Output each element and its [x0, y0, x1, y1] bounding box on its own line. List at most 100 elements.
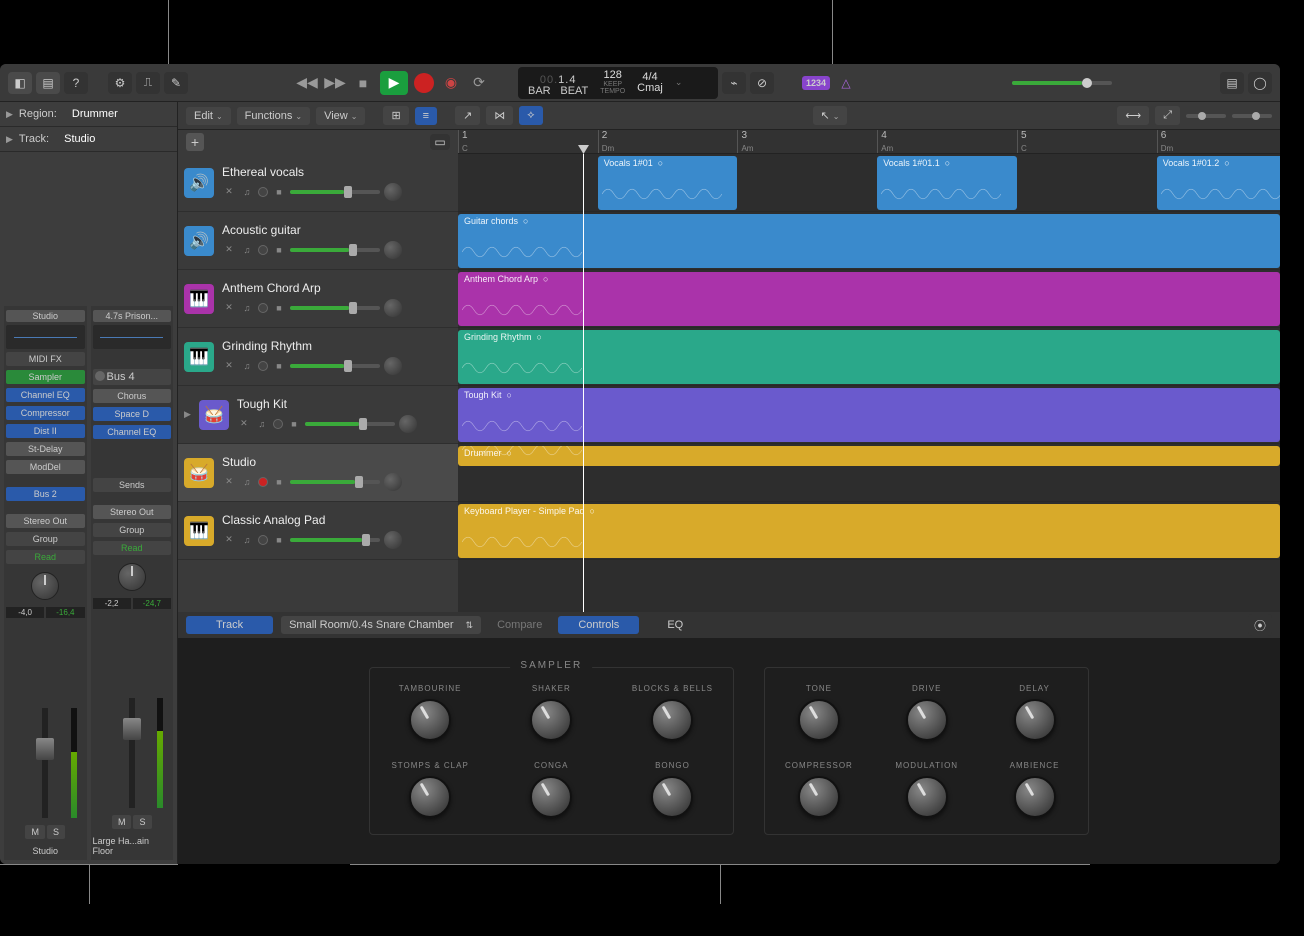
notes-button[interactable]: ◯	[1248, 72, 1272, 94]
lcd-display[interactable]: 00.1.4BAR BEAT 128KEEPTEMPO 4/4Cmaj ⌄	[518, 67, 718, 99]
track-inspector-header[interactable]: ▶Track: Studio	[0, 127, 177, 152]
track-header[interactable]: ▶ 🥁 Tough Kit ✕ ♫ ■	[178, 386, 458, 444]
stop-button[interactable]: ■	[352, 72, 374, 94]
play-button[interactable]: ▶	[380, 71, 408, 95]
volume-fader[interactable]	[6, 621, 85, 818]
pan-knob[interactable]	[118, 563, 146, 591]
region-inspector-header[interactable]: ▶Region: Drummer	[0, 102, 177, 127]
knob-stomps-clap[interactable]	[409, 776, 451, 818]
h-zoom-slider[interactable]	[1186, 114, 1226, 118]
loop-button[interactable]: ⊘	[750, 72, 774, 94]
mute-icon[interactable]: ✕	[237, 417, 251, 431]
eq-thumbnail[interactable]	[93, 325, 172, 349]
preset-selector[interactable]: Small Room/0.4s Snare Chamber⇅	[281, 616, 481, 634]
record-enable[interactable]	[258, 187, 268, 197]
record-button[interactable]	[414, 73, 434, 93]
headphone-icon[interactable]: ♫	[240, 185, 254, 199]
track-header[interactable]: 🎹 Grinding Rhythm ✕ ♫ ■	[178, 328, 458, 386]
grid-button[interactable]: ⊞	[383, 106, 408, 125]
record-enable[interactable]	[258, 477, 268, 487]
editor-icon[interactable]: ✎	[164, 72, 188, 94]
tuner-button[interactable]: ⌁	[722, 72, 746, 94]
v-zoom-slider[interactable]	[1232, 114, 1272, 118]
track-volume[interactable]	[290, 364, 380, 368]
record-enable[interactable]	[258, 303, 268, 313]
track-pan[interactable]	[399, 415, 417, 433]
knob-delay[interactable]	[1014, 699, 1056, 741]
mute-button[interactable]: M	[25, 825, 45, 839]
playhead[interactable]	[583, 154, 584, 612]
track-volume[interactable]	[290, 480, 380, 484]
region[interactable]: Keyboard Player - Simple Pad ○	[458, 504, 1280, 558]
snap-button[interactable]: ⟷	[1117, 106, 1149, 125]
pan-knob[interactable]	[31, 572, 59, 600]
knob-drive[interactable]	[906, 699, 948, 741]
list-editors-button[interactable]: ▤	[1220, 72, 1244, 94]
headphone-icon[interactable]: ♫	[240, 243, 254, 257]
controls-tab[interactable]: Controls	[558, 616, 639, 634]
flex-button[interactable]: ⋈	[486, 106, 513, 125]
track-pan[interactable]	[384, 241, 402, 259]
record-enable[interactable]	[273, 419, 283, 429]
arrange-area[interactable]: 1C2Dm3Am4Am5C6Dm Vocals 1#01 ○Vocals 1#0…	[458, 130, 1280, 612]
add-track-button[interactable]: +	[186, 133, 204, 151]
knob-tone[interactable]	[798, 699, 840, 741]
knob-tambourine[interactable]	[409, 699, 451, 741]
mute-icon[interactable]: ✕	[222, 359, 236, 373]
knob-blocks-bells[interactable]	[651, 699, 693, 741]
track-header[interactable]: 🥁 Studio ✕ ♫ ■	[178, 444, 458, 502]
track-pan[interactable]	[384, 299, 402, 317]
count-in-badge[interactable]: 1234	[802, 76, 830, 90]
track-header[interactable]: 🎹 Anthem Chord Arp ✕ ♫ ■	[178, 270, 458, 328]
knob-compressor[interactable]	[798, 776, 840, 818]
library-button[interactable]: ◧	[8, 72, 32, 94]
region[interactable]: Tough Kit ○	[458, 388, 1280, 442]
replace-button[interactable]: ⟳	[468, 72, 490, 94]
eq-tab[interactable]: EQ	[647, 616, 703, 634]
knob-ambience[interactable]	[1014, 776, 1056, 818]
region[interactable]: Grinding Rhythm ○	[458, 330, 1280, 384]
record-enable[interactable]	[258, 245, 268, 255]
track-header[interactable]: 🎹 Classic Analog Pad ✕ ♫ ■	[178, 502, 458, 560]
track-volume[interactable]	[290, 190, 380, 194]
track-pan[interactable]	[384, 531, 402, 549]
help-button[interactable]: ?	[64, 72, 88, 94]
compare-button[interactable]: Compare	[489, 616, 550, 634]
region[interactable]: Vocals 1#01.1 ○	[877, 156, 1017, 210]
knob-bongo[interactable]	[651, 776, 693, 818]
rewind-button[interactable]: ◀◀	[296, 72, 318, 94]
headphone-icon[interactable]: ♫	[240, 475, 254, 489]
automation-button[interactable]: ↗	[455, 106, 480, 125]
view-menu[interactable]: View⌄	[316, 107, 365, 125]
track-volume[interactable]	[290, 248, 380, 252]
headphone-icon[interactable]: ♫	[240, 359, 254, 373]
global-tracks-button[interactable]: ▭	[430, 134, 450, 150]
solo-button[interactable]: S	[133, 815, 151, 829]
track-volume[interactable]	[290, 306, 380, 310]
mute-icon[interactable]: ✕	[222, 533, 236, 547]
region[interactable]: Guitar chords ○	[458, 214, 1280, 268]
track-pan[interactable]	[384, 357, 402, 375]
record-enable[interactable]	[258, 361, 268, 371]
track-header[interactable]: 🔊 Ethereal vocals ✕ ♫ ■	[178, 154, 458, 212]
headphone-icon[interactable]: ♫	[240, 533, 254, 547]
mute-icon[interactable]: ✕	[222, 301, 236, 315]
arpeggiator-button[interactable]: ⦿	[1248, 614, 1272, 636]
cycle-button[interactable]: ◉	[440, 72, 462, 94]
knob-conga[interactable]	[530, 776, 572, 818]
metronome-icon[interactable]: △	[834, 72, 858, 94]
knob-modulation[interactable]	[906, 776, 948, 818]
track-pan[interactable]	[384, 183, 402, 201]
region[interactable]: Vocals 1#01 ○	[598, 156, 738, 210]
zoom-button[interactable]: ⤢	[1155, 106, 1180, 125]
headphone-icon[interactable]: ♫	[240, 301, 254, 315]
settings-icon[interactable]: ⚙	[108, 72, 132, 94]
solo-button[interactable]: S	[47, 825, 65, 839]
record-enable[interactable]	[258, 535, 268, 545]
volume-fader[interactable]	[93, 612, 172, 808]
region[interactable]: Vocals 1#01.2 ○	[1157, 156, 1280, 210]
mute-icon[interactable]: ✕	[222, 475, 236, 489]
mixer-icon[interactable]: ⎍	[136, 72, 160, 94]
track-header[interactable]: 🔊 Acoustic guitar ✕ ♫ ■	[178, 212, 458, 270]
pointer-tool[interactable]: ↖⌄	[813, 106, 848, 125]
